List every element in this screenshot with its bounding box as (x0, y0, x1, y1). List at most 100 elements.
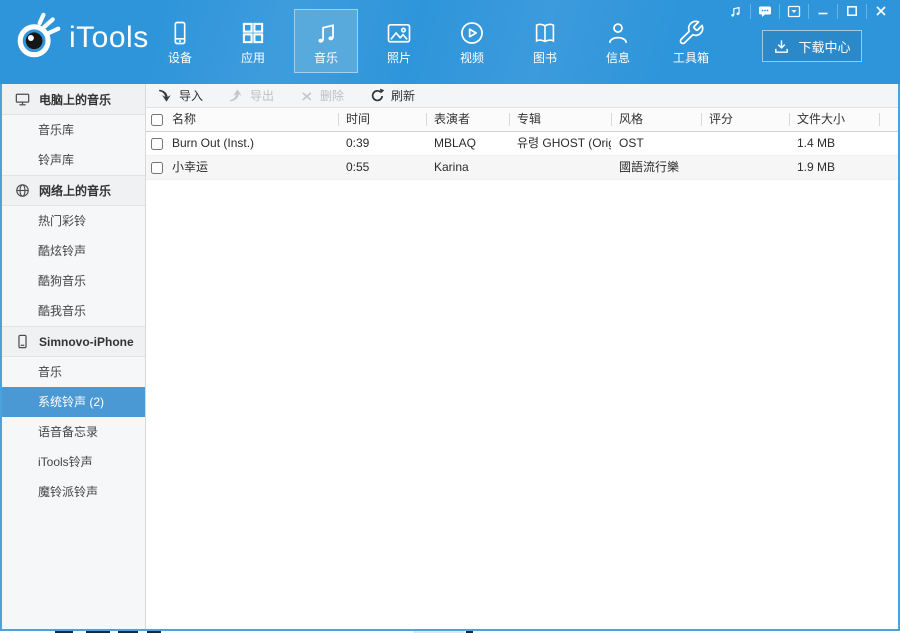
person-icon (604, 19, 632, 47)
nav-label: 照片 (386, 50, 411, 65)
sidebar-section-pc-music: 电脑上的音乐 (2, 84, 145, 115)
nav-label: 图书 (532, 50, 557, 65)
cell-time: 0:55 (346, 160, 370, 174)
computer-icon (15, 92, 30, 107)
download-icon (773, 38, 790, 55)
nav-tab-toolbox[interactable]: 工具箱 (659, 9, 723, 73)
apps-icon (239, 19, 267, 47)
column-header-genre[interactable]: 风格 (611, 108, 701, 131)
cell-album: 유령 GHOST (Orig... (517, 136, 611, 150)
sidebar-item-ringtone-library[interactable]: 铃声库 (2, 145, 145, 175)
row-checkbox[interactable] (151, 161, 163, 174)
refresh-button[interactable]: 刷新 (370, 87, 415, 104)
section-title: 网络上的音乐 (39, 184, 112, 198)
itools-eye-logo-icon (10, 12, 62, 64)
close-button[interactable] (866, 3, 895, 19)
column-header-time[interactable]: 时间 (338, 108, 426, 131)
cell-filesize: 1.9 MB (797, 160, 836, 174)
mini-player-button[interactable] (721, 4, 750, 19)
delete-label: 删除 (320, 89, 345, 103)
itools-window: iTools 设备 应用 音乐 照片 视频 图书 信息 工具箱 下载中心 电脑上… (0, 0, 900, 631)
sidebar-section-online-music: 网络上的音乐 (2, 175, 145, 206)
main-panel: 导入 导出 删除 刷新 名称 时间 表演者 专辑 风格 评分 文件大小 Burn… (146, 84, 898, 629)
sidebar-item-device-music[interactable]: 音乐 (2, 357, 145, 387)
minimize-icon (818, 12, 828, 15)
sidebar-item-hot-ringtones[interactable]: 热门彩铃 (2, 206, 145, 236)
nav-tab-info[interactable]: 信息 (586, 9, 650, 73)
table-row[interactable]: 小幸运 0:55 Karina 國語流行樂 1.9 MB (146, 156, 898, 180)
nav-tab-photos[interactable]: 照片 (367, 9, 431, 73)
phone-icon (15, 334, 30, 349)
sidebar-item-itools-ringtones[interactable]: iTools铃声 (2, 447, 145, 477)
cell-time: 0:39 (346, 136, 370, 150)
nav-tab-apps[interactable]: 应用 (221, 9, 285, 73)
music-icon (312, 19, 340, 47)
sidebar-item-kugou-music[interactable]: 酷狗音乐 (2, 266, 145, 296)
table-row[interactable]: Burn Out (Inst.) 0:39 MBLAQ 유령 GHOST (Or… (146, 132, 898, 156)
column-header-rating[interactable]: 评分 (701, 108, 789, 131)
nav-label: 工具箱 (672, 50, 709, 65)
delete-x-icon (302, 91, 312, 100)
table-header: 名称 时间 表演者 专辑 风格 评分 文件大小 (146, 108, 898, 132)
sidebar-item-system-ringtones[interactable]: 系统铃声 (2) (2, 387, 145, 417)
select-all-checkbox[interactable] (151, 113, 163, 126)
select-all-checkbox-cell (146, 108, 172, 131)
cell-artist: Karina (434, 160, 469, 174)
app-header: iTools 设备 应用 音乐 照片 视频 图书 信息 工具箱 下载中心 (0, 0, 900, 84)
app-logo: iTools (10, 12, 149, 64)
import-label: 导入 (179, 89, 204, 103)
column-header-filesize[interactable]: 文件大小 (789, 108, 879, 131)
cell-genre: 國語流行樂 (619, 160, 680, 174)
export-button[interactable]: 导出 (229, 87, 274, 104)
cell-name: 小幸运 (172, 160, 209, 174)
cell-rating (701, 132, 789, 155)
books-icon (531, 19, 559, 47)
column-header-artist[interactable]: 表演者 (426, 108, 509, 131)
nav-tab-music[interactable]: 音乐 (294, 9, 358, 73)
download-center-button[interactable]: 下载中心 (762, 30, 862, 62)
section-title: Simnovo-iPhone (39, 334, 134, 349)
column-header-name[interactable]: 名称 (172, 108, 338, 131)
nav-tab-books[interactable]: 图书 (513, 9, 577, 73)
titlebar-controls (721, 1, 895, 21)
sidebar-section-device: Simnovo-iPhone (2, 326, 145, 357)
feedback-button[interactable] (750, 3, 779, 19)
nav-tab-video[interactable]: 视频 (440, 9, 504, 73)
sidebar-item-voice-memos[interactable]: 语音备忘录 (2, 417, 145, 447)
import-icon (159, 89, 171, 102)
logo-text: iTools (69, 21, 149, 54)
refresh-label: 刷新 (391, 89, 416, 103)
window-menu-button[interactable] (779, 3, 808, 19)
cell-album (509, 156, 611, 179)
cell-spacer (879, 156, 898, 179)
export-icon (230, 89, 242, 102)
sidebar: 电脑上的音乐 音乐库 铃声库 网络上的音乐 热门彩铃 酷炫铃声 酷狗音乐 酷我音… (2, 84, 146, 629)
cell-name: Burn Out (Inst.) (172, 136, 255, 150)
minimize-button[interactable] (808, 3, 837, 19)
nav-label: 视频 (459, 50, 484, 65)
sidebar-item-molingpai-ringtones[interactable]: 魔铃派铃声 (2, 477, 145, 507)
cell-artist: MBLAQ (434, 136, 477, 150)
export-label: 导出 (250, 89, 275, 103)
nav-label: 应用 (240, 50, 265, 65)
sidebar-item-music-library[interactable]: 音乐库 (2, 115, 145, 145)
download-button-label: 下载中心 (798, 39, 851, 55)
nav-label: 设备 (167, 50, 192, 65)
delete-button[interactable]: 删除 (300, 87, 344, 104)
column-header-album[interactable]: 专辑 (509, 108, 611, 131)
nav-tab-device[interactable]: 设备 (148, 9, 212, 73)
cell-genre: OST (619, 136, 644, 150)
maximize-button[interactable] (837, 3, 866, 19)
toolbar: 导入 导出 删除 刷新 (146, 84, 898, 108)
sidebar-item-kuwo-music[interactable]: 酷我音乐 (2, 296, 145, 326)
refresh-icon (371, 88, 385, 102)
cell-rating (701, 156, 789, 179)
column-header-spacer (879, 108, 898, 131)
window-menu-icon (787, 5, 801, 17)
import-button[interactable]: 导入 (158, 87, 203, 104)
sidebar-item-cool-ringtones[interactable]: 酷炫铃声 (2, 236, 145, 266)
device-icon (166, 19, 194, 47)
row-checkbox-cell (146, 132, 172, 155)
row-checkbox[interactable] (151, 137, 163, 150)
photos-icon (385, 19, 413, 47)
